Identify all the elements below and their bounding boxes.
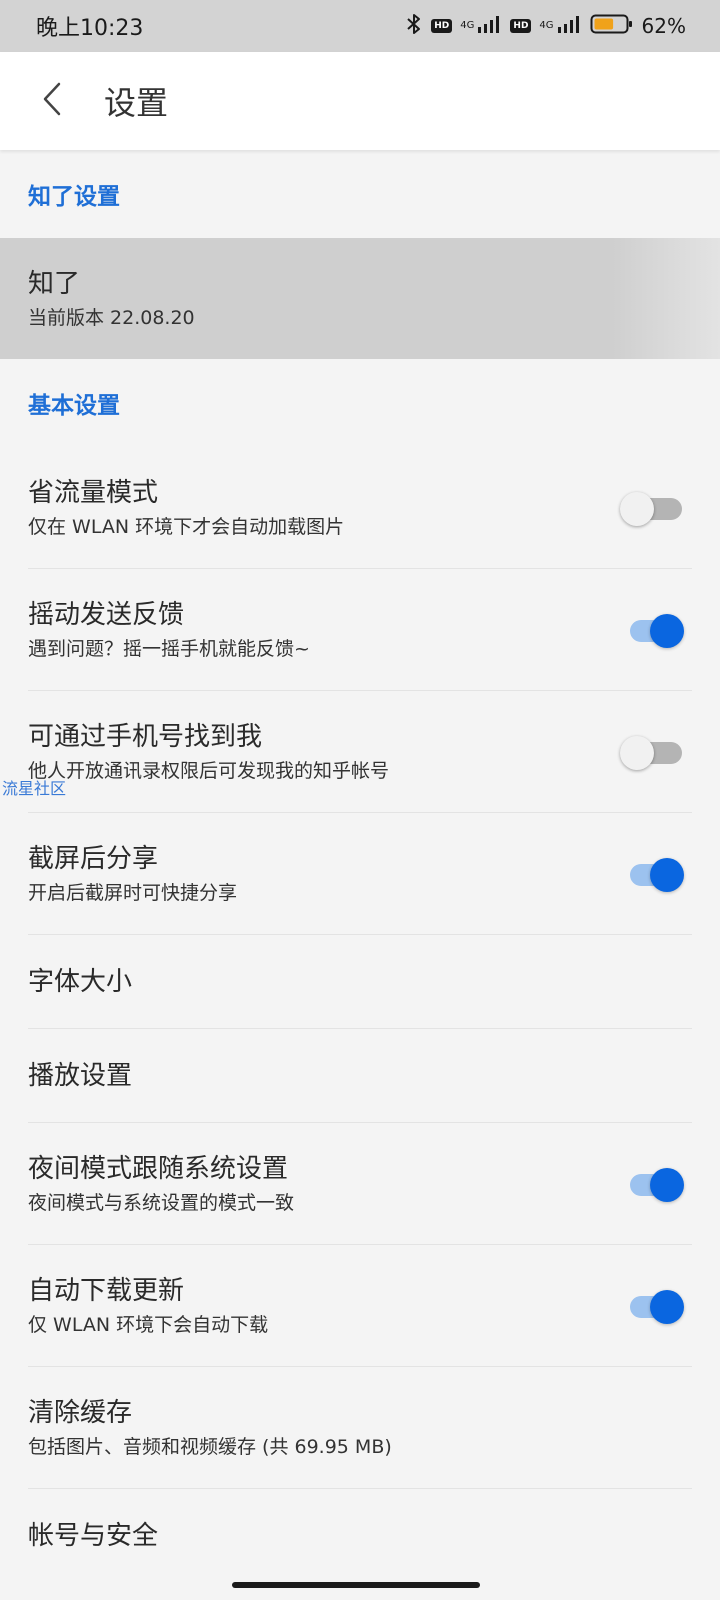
app-bar: 设置 (0, 52, 720, 150)
setting-data-saver[interactable]: 省流量模式 仅在 WLAN 环境下才会自动加载图片 (28, 447, 692, 569)
version-text: 当前版本 22.08.20 (28, 306, 195, 329)
setting-title: 自动下载更新 (28, 1275, 185, 1306)
setting-font-size[interactable]: 字体大小 (28, 935, 692, 1029)
shake-feedback-toggle[interactable] (628, 610, 688, 650)
setting-title: 夜间模式跟随系统设置 (28, 1153, 289, 1184)
setting-auto-update[interactable]: 自动下载更新 仅 WLAN 环境下会自动下载 (28, 1245, 692, 1367)
section-header-zhiliao: 知了设置 (28, 184, 120, 210)
about-title: 知了 (28, 268, 81, 299)
setting-playback[interactable]: 播放设置 (28, 1029, 692, 1123)
battery-percent: 62% (641, 14, 686, 38)
find-by-phone-toggle[interactable] (620, 732, 688, 772)
setting-account-security[interactable]: 帐号与安全 (28, 1489, 692, 1582)
bluetooth-icon (405, 12, 423, 40)
setting-subtitle: 仅在 WLAN 环境下才会自动加载图片 (28, 515, 345, 538)
setting-title: 字体大小 (28, 966, 133, 997)
network-type-label-2: 4G (539, 20, 554, 31)
setting-night-mode-follow-system[interactable]: 夜间模式跟随系统设置 夜间模式与系统设置的模式一致 (28, 1123, 692, 1245)
network-type-label: 4G (460, 20, 475, 31)
setting-title: 省流量模式 (28, 477, 159, 508)
back-button[interactable] (22, 71, 82, 131)
page-title: 设置 (104, 84, 169, 122)
data-saver-toggle[interactable] (620, 488, 688, 528)
setting-title: 摇动发送反馈 (28, 599, 185, 630)
setting-title: 清除缓存 (28, 1397, 133, 1428)
setting-title: 可通过手机号找到我 (28, 721, 263, 752)
section-header-basic: 基本设置 (28, 393, 120, 419)
status-time: 晚上10:23 (36, 16, 144, 41)
setting-subtitle: 开启后截屏时可快捷分享 (28, 881, 238, 904)
status-bar: 晚上10:23 HD 4G HD 4G 62% (0, 0, 720, 52)
battery-icon (590, 13, 634, 39)
chevron-left-icon (40, 81, 64, 121)
signal-icon (476, 14, 502, 38)
setting-title: 播放设置 (28, 1060, 133, 1091)
setting-title: 截屏后分享 (28, 843, 159, 874)
settings-content: 知了设置 知了 当前版本 22.08.20 基本设置 省流量模式 仅在 WLAN… (0, 150, 720, 1582)
status-icons: HD 4G HD 4G 62% (405, 12, 686, 40)
setting-subtitle: 遇到问题？摇一摇手机就能反馈~ (28, 637, 310, 660)
setting-subtitle: 夜间模式与系统设置的模式一致 (28, 1191, 295, 1214)
setting-title: 帐号与安全 (28, 1520, 159, 1551)
signal-icon-2 (556, 14, 582, 38)
hd-badge-2: HD (510, 19, 532, 33)
setting-subtitle: 包括图片、音频和视频缓存 (共 69.95 MB) (28, 1435, 392, 1458)
watermark-text: 流星社区 (2, 779, 67, 798)
setting-screenshot-share[interactable]: 截屏后分享 开启后截屏时可快捷分享 (28, 813, 692, 935)
setting-subtitle: 他人开放通讯录权限后可发现我的知乎帐号 (28, 759, 390, 782)
setting-clear-cache[interactable]: 清除缓存 包括图片、音频和视频缓存 (共 69.95 MB) (28, 1367, 692, 1489)
screenshot-share-toggle[interactable] (628, 854, 688, 894)
setting-subtitle: 仅 WLAN 环境下会自动下载 (28, 1313, 269, 1336)
auto-update-toggle[interactable] (628, 1286, 688, 1326)
about-app-item[interactable]: 知了 当前版本 22.08.20 (0, 238, 720, 359)
home-indicator[interactable] (232, 1582, 480, 1588)
setting-shake-feedback[interactable]: 摇动发送反馈 遇到问题？摇一摇手机就能反馈~ (28, 569, 692, 691)
hd-badge: HD (431, 19, 453, 33)
night-mode-toggle[interactable] (628, 1164, 688, 1204)
setting-find-by-phone[interactable]: 可通过手机号找到我 他人开放通讯录权限后可发现我的知乎帐号 (28, 691, 692, 813)
